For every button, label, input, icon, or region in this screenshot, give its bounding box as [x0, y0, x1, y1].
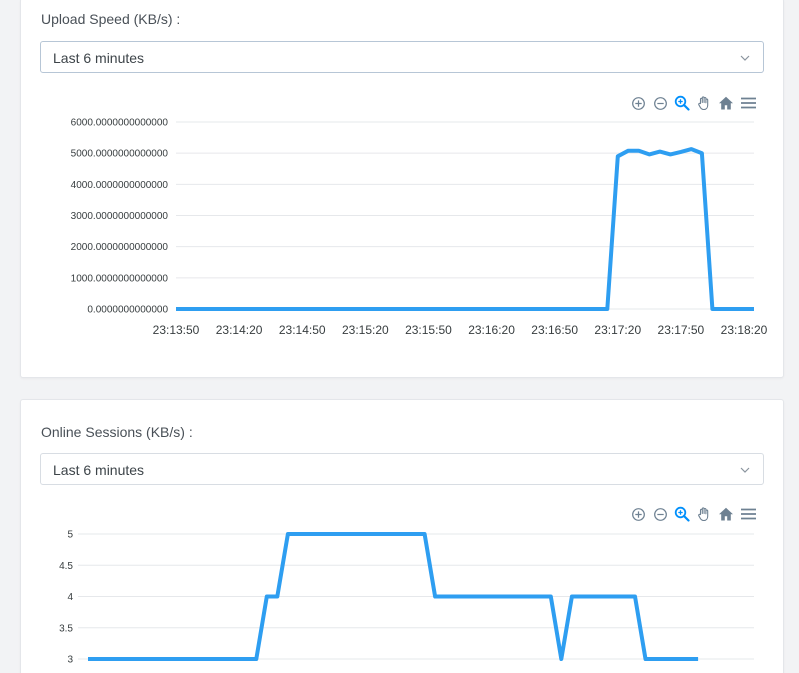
upload-speed-chart: 6000.0000000000000 5000.0000000000000 4000…: [71, 118, 768, 338]
x-tick-label: 23:16:20: [468, 323, 515, 337]
online-sessions-chart: 5 4.5 4 3.5 3: [59, 530, 754, 666]
y-tick-label: 6000.0000000000000: [71, 118, 169, 129]
y-tick-label: 5000.0000000000000: [71, 149, 169, 160]
x-tick-label: 23:15:50: [405, 323, 452, 337]
y-tick-label: 4000.0000000000000: [71, 180, 169, 191]
x-tick-label: 23:13:50: [153, 323, 200, 337]
y-tick-label: 3000.0000000000000: [71, 211, 169, 222]
y-tick-label: 4: [67, 592, 73, 603]
online-sessions-card: Online Sessions (KB/s) : Last 6 minutes …: [20, 399, 784, 673]
y-tick-label: 4.5: [59, 561, 73, 572]
x-tick-label: 23:16:50: [531, 323, 578, 337]
x-tick-label: 23:17:20: [594, 323, 641, 337]
y-tick-label: 5: [67, 530, 73, 541]
x-tick-label: 23:17:50: [658, 323, 705, 337]
x-tick-label: 23:15:20: [342, 323, 389, 337]
y-tick-label: 2000.0000000000000: [71, 242, 169, 253]
x-tick-label: 23:18:20: [721, 323, 768, 337]
upload-speed-card: Upload Speed (KB/s) : Last 6 minutes 600…: [20, 0, 784, 378]
y-tick-label: 1000.0000000000000: [71, 273, 169, 284]
x-tick-label: 23:14:50: [279, 323, 326, 337]
y-tick-label: 3.5: [59, 623, 73, 634]
y-tick-label: 3: [67, 655, 73, 666]
series-line: [176, 147, 754, 311]
x-tick-label: 23:14:20: [216, 323, 263, 337]
y-tick-label: 0.0000000000000: [87, 305, 168, 316]
dashboard-page: Upload Speed (KB/s) : Last 6 minutes 600…: [0, 0, 799, 673]
